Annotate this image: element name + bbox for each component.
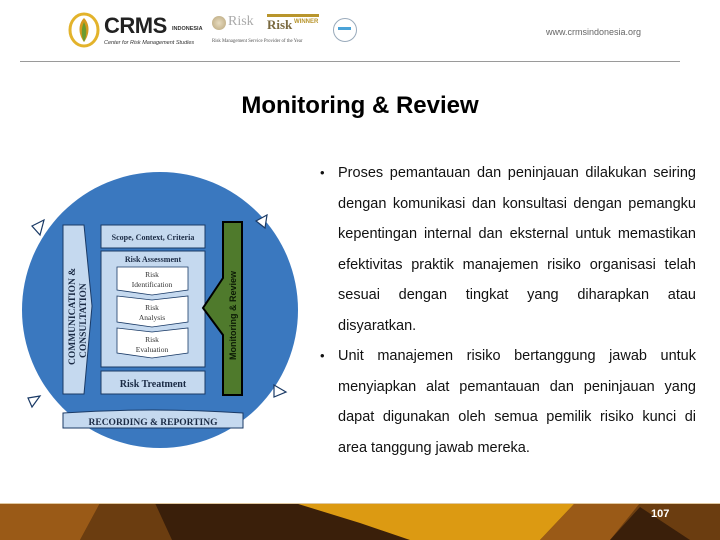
risk-winner-logo: Risk xyxy=(267,17,293,32)
risk-evaluation-label-2: Evaluation xyxy=(136,345,169,354)
winner-label: WINNER xyxy=(294,19,319,25)
bullet-item: Unit manajemen risiko bertanggung jawab … xyxy=(318,341,696,463)
certification-badge-icon xyxy=(333,18,357,42)
page-number: 107 xyxy=(651,508,670,520)
slide-header: CRMS INDONESIA Center for Risk Managemen… xyxy=(0,0,720,65)
crms-logo: CRMS INDONESIA Center for Risk Managemen… xyxy=(68,12,208,48)
wheat-logo-icon xyxy=(68,12,100,48)
risk-evaluation-label-1: Risk xyxy=(145,335,159,344)
logo-subtitle: INDONESIA xyxy=(172,26,203,32)
risk-treatment-label: Risk Treatment xyxy=(120,379,187,390)
recording-reporting-label: RECORDING & REPORTING xyxy=(89,418,219,428)
cycle-arrow-icon xyxy=(27,395,42,409)
risk-analysis-label-1: Risk xyxy=(145,303,159,312)
award-caption: Risk Management Service Provider of the … xyxy=(212,39,303,44)
logo-name: CRMS xyxy=(104,13,167,38)
consultation-label: CONSULTATION xyxy=(79,283,89,358)
logo-tagline: Center for Risk Management Studies xyxy=(104,40,195,46)
header-divider xyxy=(20,61,680,62)
risk-analysis-label-2: Analysis xyxy=(139,313,165,322)
cycle-arrow-icon xyxy=(273,383,288,398)
monitoring-review-label: Monitoring & Review xyxy=(228,270,238,360)
risk-identification-label-2: Identification xyxy=(132,280,173,289)
award-badges: Risk Risk WINNER Risk Management Service… xyxy=(212,14,322,46)
footer-divider xyxy=(0,503,720,504)
risk-identification-label-1: Risk xyxy=(145,270,159,279)
risk-assessment-label: Risk Assessment xyxy=(125,255,182,264)
medal-icon xyxy=(212,16,226,30)
risk-management-process-diagram: COMMUNICATION & CONSULTATION Scope, Cont… xyxy=(22,172,298,448)
scope-label: Scope, Context, Criteria xyxy=(112,233,195,242)
communication-label: COMMUNICATION & xyxy=(68,268,78,365)
risk-award-logo: Risk xyxy=(228,14,254,29)
footer-band xyxy=(0,503,720,540)
cycle-arrow-icon xyxy=(31,218,45,237)
bullet-item: Proses pemantauan dan peninjauan dilakuk… xyxy=(318,158,696,341)
slide-title: Monitoring & Review xyxy=(241,92,479,119)
website-url: www.crmsindonesia.org xyxy=(546,27,642,37)
bullet-list: Proses pemantauan dan peninjauan dilakuk… xyxy=(318,158,696,463)
